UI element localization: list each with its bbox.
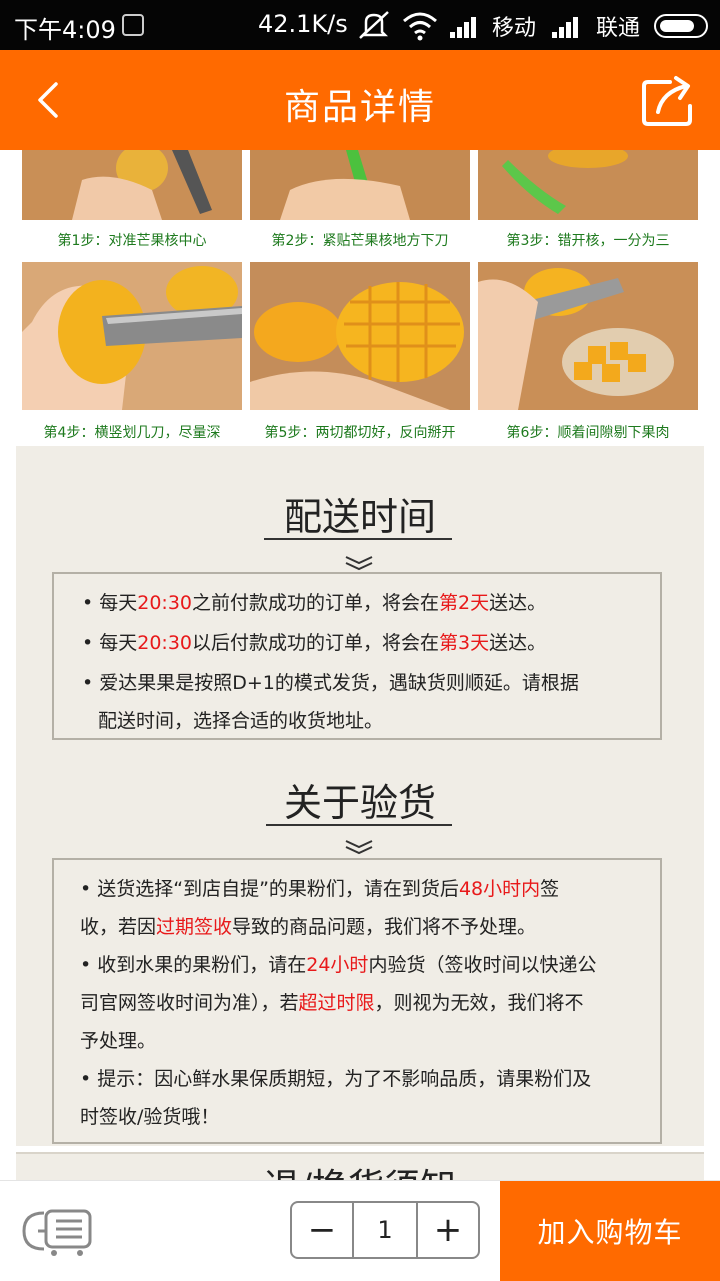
mute-icon	[359, 11, 389, 39]
carrier-2: 联通	[596, 16, 641, 41]
cart-list-icon[interactable]	[18, 1205, 94, 1257]
inspection-line-5: 予处理。	[80, 1030, 157, 1052]
battery-icon	[654, 14, 708, 38]
step-photo	[250, 262, 470, 410]
inspection-line-2: 收，若因过期签收导致的商品问题，我们将不予处理。	[80, 916, 537, 938]
step-photo	[478, 150, 698, 220]
network-speed: 42.1K/s	[258, 10, 348, 38]
step-photo	[22, 262, 242, 410]
inspection-line-3: • 收到水果的果粉们，请在24小时内验货（签收时间以快递公	[80, 954, 597, 976]
inspection-line-1: • 送货选择“到店自提”的果粉们，请在到货后48小时内签	[80, 878, 560, 900]
returns-panel: 退/换货须知	[16, 1152, 704, 1180]
share-icon[interactable]	[640, 72, 698, 128]
inspection-line-4: 司官网签收时间为准），若超过时限，则视为无效，我们将不	[80, 992, 584, 1014]
step-photo	[250, 150, 470, 220]
bottom-action-bar: − 1 + 加入购物车	[0, 1180, 720, 1281]
status-bar: 下午4:09 42.1K/s 移动 联通	[0, 0, 720, 50]
step-caption: 第2步：紧贴芒果核地方下刀	[271, 233, 449, 249]
page-title: 商品详情	[283, 87, 436, 128]
delivery-box: • 每天20:30之前付款成功的订单，将会在第2天送达。 • 每天20:30以后…	[52, 572, 662, 740]
step-caption: 第6步：顺着间隙剔下果肉	[506, 425, 670, 441]
quantity-field[interactable]: 1	[352, 1203, 418, 1257]
step-caption: 第3步：错开核，一分为三	[506, 233, 670, 249]
increase-button[interactable]: +	[418, 1203, 478, 1257]
product-detail-content[interactable]: 第1步：对准芒果核中心 第2步：紧贴芒果核地方下刀 第3步：错开核，一分为三 第…	[0, 150, 720, 1180]
step-photo	[478, 262, 698, 410]
delivery-title: 配送时间	[283, 495, 436, 539]
delivery-line-3: • 爱达果果是按照D+1的模式发货，遇缺货则顺延。请根据	[82, 672, 579, 694]
quantity-stepper: − 1 +	[290, 1201, 480, 1259]
header-bar: 商品详情	[0, 50, 720, 150]
chevron-down-icon	[345, 556, 373, 571]
signal-icon	[450, 17, 476, 38]
inspection-line-6: • 提示：因心鲜水果保质期短，为了不影响品质，请果粉们及	[80, 1068, 592, 1090]
inspection-line-7: 时签收/验货哦！	[80, 1106, 220, 1128]
inspection-title: 关于验货	[283, 781, 436, 825]
delivery-line-2: • 每天20:30以后付款成功的订单，将会在第3天送达。	[82, 632, 547, 654]
step-caption: 第1步：对准芒果核中心	[57, 233, 207, 249]
delivery-line-1: • 每天20:30之前付款成功的订单，将会在第2天送达。	[82, 592, 547, 614]
app-notification-icon	[122, 14, 144, 36]
divider	[266, 824, 452, 826]
chevron-down-icon	[345, 840, 373, 855]
add-to-cart-button[interactable]: 加入购物车	[500, 1181, 720, 1281]
info-panel: 配送时间 • 每天20:30之前付款成功的订单，将会在第2天送达。 • 每天20…	[16, 446, 704, 1146]
wifi-icon	[403, 12, 437, 41]
carrier-1: 移动	[492, 16, 537, 41]
step-photo	[22, 150, 242, 220]
step-caption: 第5步：两切都切好，反向掰开	[264, 425, 456, 441]
step-caption: 第4步：横竖划几刀，尽量深	[43, 425, 221, 441]
decrease-button[interactable]: −	[292, 1203, 352, 1257]
inspection-box: • 送货选择“到店自提”的果粉们，请在到货后48小时内签 收，若因过期签收导致的…	[52, 858, 662, 1144]
status-time: 下午4:09	[14, 16, 116, 44]
divider	[264, 538, 452, 540]
mango-cutting-steps: 第1步：对准芒果核中心 第2步：紧贴芒果核地方下刀 第3步：错开核，一分为三 第…	[18, 150, 704, 446]
returns-title: 退/换货须知	[16, 1158, 704, 1180]
delivery-line-4: 配送时间，选择合适的收货地址。	[98, 710, 384, 732]
signal-icon	[552, 17, 578, 38]
